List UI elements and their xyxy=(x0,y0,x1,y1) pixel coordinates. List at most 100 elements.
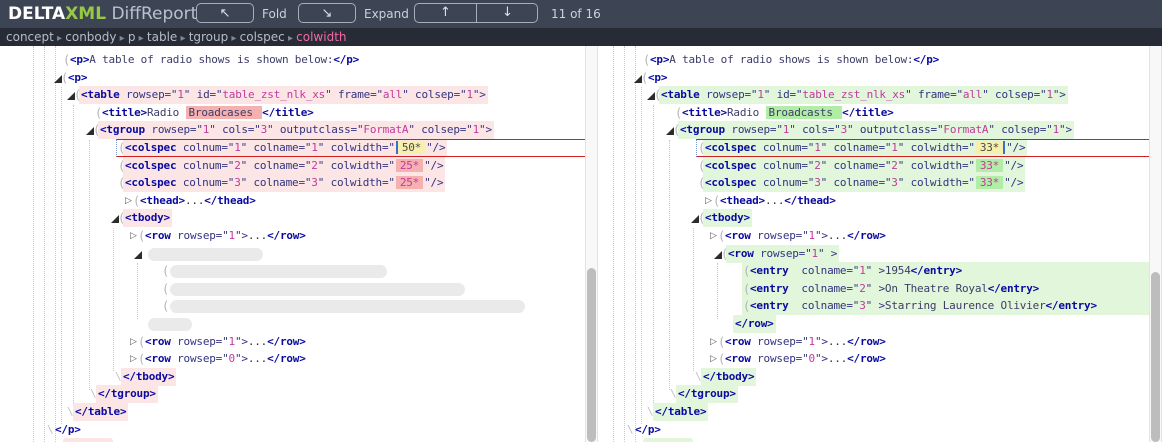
next-diff-button[interactable]: ↓ xyxy=(476,4,538,22)
collapse-toggle-icon[interactable]: ▷ xyxy=(130,227,137,245)
xml-tag: </row> xyxy=(267,352,306,365)
xml-attribute: " cols=" xyxy=(209,123,260,136)
code-line: ▷(<row rowsep="1">...</row> xyxy=(0,333,598,351)
code-text: </table> xyxy=(73,403,128,421)
collapse-toggle-icon[interactable]: ▷ xyxy=(130,350,137,368)
code-line: (<tgroup rowsep="1" cols="3" outputclass… xyxy=(580,121,1162,139)
collapsed-ellipsis: ... xyxy=(828,229,847,242)
xml-attribute: rowsep=" xyxy=(700,88,758,101)
xml-tag: <p> xyxy=(648,71,667,84)
xml-attribute: rowsep=" xyxy=(171,352,229,365)
code-line: \</tbody> xyxy=(580,368,1162,386)
fold-arrow-icon: ↖ xyxy=(220,6,231,21)
breadcrumb-item[interactable]: table xyxy=(147,30,177,44)
fold-button[interactable]: ↖ xyxy=(196,3,254,23)
collapsed-ellipsis: ... xyxy=(765,194,784,207)
left-pane: (<p>A table of radio shows is shown belo… xyxy=(0,46,598,442)
xml-tag: <p> xyxy=(650,53,669,66)
changed-value[interactable]: 33* xyxy=(976,176,1003,189)
expand-label: Expand xyxy=(364,0,409,28)
code-text: <colspec colnum="2" colname="2" colwidth… xyxy=(703,157,1025,175)
code-text: <title>Radio Broadcasts </title> xyxy=(680,104,896,122)
code-line: (<tbody> xyxy=(580,209,1162,227)
xml-attribute: " > xyxy=(866,299,885,312)
xml-tag: <row xyxy=(728,247,754,260)
xml-attribute: colname=" xyxy=(789,264,860,277)
app-title: DELTAXML DiffReport xyxy=(8,0,197,28)
xml-tag: </tbody> xyxy=(703,370,754,383)
code-line: (<title>Radio Broadcasts </title> xyxy=(580,104,1162,122)
code-text: </row> xyxy=(733,315,776,333)
code-text: </p> xyxy=(633,421,663,439)
breadcrumb-item[interactable]: conbody xyxy=(65,30,116,44)
xml-text: A table of radio shows is shown below: xyxy=(669,53,913,66)
expand-toggle-icon[interactable] xyxy=(134,251,142,259)
code-line: (<colspec colnum="2" colname="2" colwidt… xyxy=(0,157,598,175)
collapse-toggle-icon[interactable]: ▷ xyxy=(705,192,712,210)
xml-attribute: " id=" xyxy=(764,88,803,101)
scrollbar-thumb[interactable] xyxy=(587,268,596,442)
code-text: <colspec colnum="3" colname="3" colwidth… xyxy=(703,174,1025,192)
code-line: ▷(<row rowsep="1">...</row> xyxy=(580,333,1162,351)
changed-value[interactable]: 25* xyxy=(396,159,423,172)
xml-attribute: colname=" xyxy=(789,282,860,295)
code-line: ▷(<thead>...</thead> xyxy=(580,192,1162,210)
xml-tag: <tgroup xyxy=(100,123,145,136)
vertical-scrollbar[interactable] xyxy=(1149,46,1162,442)
xml-tag: <colspec xyxy=(705,159,756,172)
code-text: <tbody> xyxy=(703,209,752,227)
xml-tag: <table xyxy=(81,88,120,101)
collapse-toggle-icon[interactable]: ▷ xyxy=(710,227,717,245)
collapse-toggle-icon[interactable]: ▷ xyxy=(710,350,717,368)
xml-attribute: "/> xyxy=(1004,159,1023,172)
xml-attribute: " colwidth=" xyxy=(898,159,975,172)
code-line: (<tbody> xyxy=(0,209,598,227)
code-text: <p> xyxy=(646,69,669,87)
scrollbar-thumb[interactable] xyxy=(1151,272,1160,442)
collapse-toggle-icon[interactable]: ▷ xyxy=(125,192,132,210)
breadcrumb-item[interactable]: tgroup xyxy=(189,30,229,44)
changed-value[interactable]: 33* xyxy=(976,159,1003,172)
code-text: <row rowsep="0">...</row> xyxy=(723,350,888,368)
breadcrumb-item[interactable]: colspec xyxy=(240,30,285,44)
fold-label: Fold xyxy=(262,0,287,28)
xml-attribute: " > xyxy=(866,264,885,277)
changed-text[interactable]: Broadcases xyxy=(186,106,263,119)
changed-text[interactable]: Broadcasts xyxy=(766,106,843,119)
xml-tag: </table> xyxy=(75,405,126,418)
code-text: <entry colname="3" >Starring Laurence Ol… xyxy=(748,297,1099,315)
previous-diff-button[interactable]: ↑ xyxy=(415,4,476,22)
xml-attribute: " colsep=" xyxy=(982,88,1046,101)
xml-attribute: "> xyxy=(815,335,828,348)
code-text: <thead>...</thead> xyxy=(718,192,838,210)
changed-value[interactable]: 25* xyxy=(396,176,423,189)
code-line: \</tgroup> xyxy=(0,385,598,403)
xml-tag: <title> xyxy=(102,106,147,119)
expand-arrow-icon: ↘ xyxy=(322,6,333,21)
xml-tag: <tbody> xyxy=(705,211,750,224)
xml-attribute: "> xyxy=(235,335,248,348)
code-text: <table rowsep="1" id="table_zst_nlk_xs" … xyxy=(79,86,488,104)
code-text: <row rowsep="1">...</row> xyxy=(143,333,308,351)
code-line: (<colspec colnum="1" colname="1" colwidt… xyxy=(0,139,598,157)
xml-attribute: rowsep=" xyxy=(171,229,229,242)
fold-bracket: ( xyxy=(162,297,169,315)
up-arrow-icon: ↑ xyxy=(440,5,451,20)
code-line: \</p> xyxy=(0,421,598,439)
expand-button[interactable]: ↘ xyxy=(298,3,356,23)
xml-attr-value: table_zst_nlk_xs xyxy=(222,88,325,101)
collapse-toggle-icon[interactable]: ▷ xyxy=(710,333,717,351)
code-line: (<colspec colnum="1" colname="1" colwidt… xyxy=(580,139,1162,157)
code-line: (<p>A table of radio shows is shown belo… xyxy=(580,51,1162,69)
xml-attribute: rowsep=" xyxy=(751,335,809,348)
code-text: <row rowsep="1">...</row> xyxy=(723,227,888,245)
collapse-toggle-icon[interactable]: ▷ xyxy=(130,333,137,351)
code-line: (<entry colname="3" >Starring Laurence O… xyxy=(580,297,1162,315)
vertical-scrollbar[interactable] xyxy=(585,46,598,442)
breadcrumb-item[interactable]: p xyxy=(128,30,136,44)
xml-tag: <entry xyxy=(750,299,789,312)
xml-tag: </entry> xyxy=(911,264,962,277)
next-section-preview xyxy=(63,438,113,442)
breadcrumb-item[interactable]: concept xyxy=(6,30,54,44)
xml-attribute: "> xyxy=(235,352,248,365)
